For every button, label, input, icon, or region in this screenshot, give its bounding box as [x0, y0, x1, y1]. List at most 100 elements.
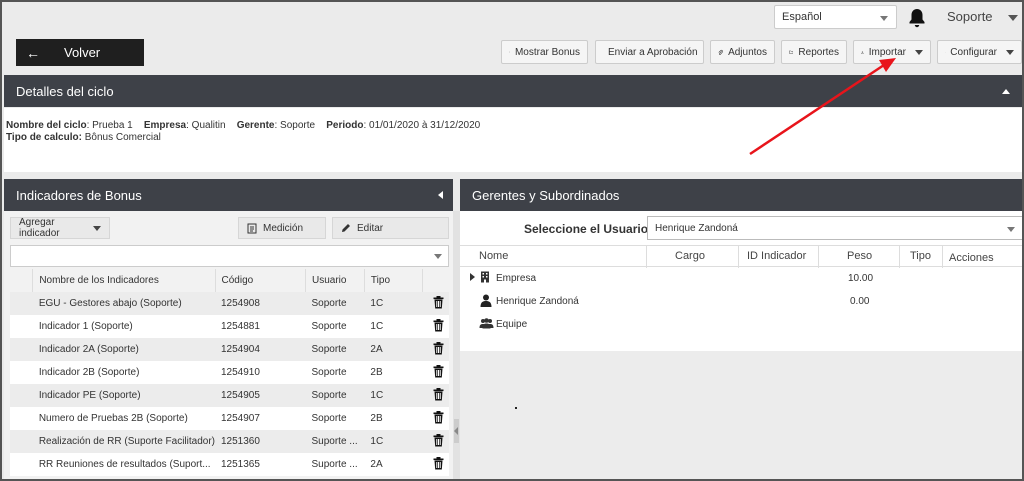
- add-indicator-button[interactable]: Agregar indicador: [10, 217, 110, 239]
- indicator-name-cell: RR Reuniones de resultados (Suport...: [32, 453, 215, 476]
- upload-icon: [861, 50, 864, 54]
- splitter-handle[interactable]: [454, 419, 459, 443]
- details-line-1: Nombre del ciclo: Prueba 1 Empresa: Qual…: [6, 120, 1022, 132]
- trash-icon[interactable]: [433, 341, 444, 358]
- column-header-code[interactable]: Código: [215, 269, 306, 292]
- table-row[interactable]: Indicador 1 (Soporte) 1254881 Soporte 1C: [10, 315, 449, 338]
- tree-column-position[interactable]: Cargo: [675, 250, 705, 262]
- show-bonus-button[interactable]: Mostrar Bonus: [501, 40, 588, 64]
- indicators-panel-header[interactable]: Indicadores de Bonus: [4, 179, 453, 211]
- managers-panel-body: Seleccione el Usuario Henrique Zandoná N…: [460, 211, 1022, 479]
- trash-icon[interactable]: [433, 433, 444, 450]
- tree-column-name[interactable]: Nome: [479, 250, 508, 262]
- delete-row-cell: [422, 407, 449, 430]
- indicator-type-cell: 1C: [364, 315, 423, 338]
- indicators-panel-body: Agregar indicador Medición Editar Nombre…: [4, 211, 453, 479]
- table-row[interactable]: Indicador PE (Soporte) 1254905 Soporte 1C: [10, 384, 449, 407]
- attachments-button[interactable]: Adjuntos: [710, 40, 775, 64]
- user-select[interactable]: Henrique Zandoná: [647, 216, 1022, 240]
- delete-row-cell: [422, 292, 449, 315]
- expand-arrow-icon[interactable]: [470, 273, 475, 281]
- user-menu-chevron-icon[interactable]: [1008, 15, 1018, 21]
- indicator-code-cell: 1254908: [215, 292, 306, 315]
- indicator-code-cell: 1254910: [215, 361, 306, 384]
- details-panel-header[interactable]: Detalles del ciclo: [4, 75, 1022, 107]
- delete-row-cell: [422, 453, 449, 476]
- column-header-name[interactable]: Nombre de los Indicadores: [32, 269, 216, 292]
- table-row[interactable]: Numero de Pruebas 2B (Soporte) 1254907 Sop…: [10, 407, 449, 430]
- row-spacer: [10, 315, 33, 338]
- tree-row-user[interactable]: Henrique Zandoná 0.00: [460, 291, 1022, 313]
- indicator-user-cell: Suporte ...: [305, 430, 365, 453]
- period-value: : 01/01/2020 à 31/12/2020: [363, 120, 481, 131]
- panel-splitter[interactable]: [453, 211, 460, 479]
- edit-button[interactable]: Editar: [332, 217, 449, 239]
- delete-row-cell: [422, 315, 449, 338]
- indicator-type-cell: 2B: [364, 361, 423, 384]
- indicator-user-cell: Soporte: [305, 361, 365, 384]
- details-line-2: Tipo de calculo: Bônus Comercial: [6, 132, 1022, 144]
- trash-icon[interactable]: [433, 318, 444, 335]
- row-spacer: [10, 430, 33, 453]
- user-menu-label[interactable]: Soporte: [947, 9, 993, 24]
- indicator-type-cell: 2B: [364, 407, 423, 430]
- indicator-type-cell: 1C: [364, 384, 423, 407]
- table-header-actions: [422, 269, 449, 292]
- tree-row-label: Empresa: [496, 273, 537, 284]
- indicator-name-cell: Realización de RR (Suporte Facilitador): [32, 430, 215, 453]
- table-row[interactable]: RR Reuniones de resultados (Suport... 125…: [10, 453, 449, 476]
- measurement-label: Medición: [263, 222, 304, 234]
- tree-column-type[interactable]: Tipo: [910, 250, 931, 262]
- trash-icon[interactable]: [433, 364, 444, 381]
- reports-label: Reportes: [798, 46, 839, 58]
- column-separator: [942, 246, 943, 268]
- folder-icon: [789, 50, 794, 54]
- tree-column-actions: Acciones: [949, 252, 994, 264]
- table-row[interactable]: Realización de RR (Suporte Facilitador) 1…: [10, 430, 449, 453]
- table-header-blank: [10, 269, 34, 292]
- table-row[interactable]: Indicador 2B (Soporte) 1254910 Soporte 2B: [10, 361, 449, 384]
- table-row[interactable]: Indicador 2A (Soporte) 1254904 Soporte 2A: [10, 338, 449, 361]
- trash-icon[interactable]: [433, 410, 444, 427]
- column-header-type[interactable]: Tipo: [364, 269, 423, 292]
- indicator-name-cell: Indicador 2A (Soporte): [32, 338, 215, 361]
- document-icon: [247, 223, 257, 233]
- indicator-filter-select[interactable]: [10, 245, 449, 267]
- tree-row-team[interactable]: Equipe: [460, 314, 1022, 336]
- app-window: Español Soporte ← Volver Mostrar Bonus E…: [0, 0, 1024, 481]
- indicator-user-cell: Soporte: [305, 384, 365, 407]
- column-separator: [899, 246, 900, 268]
- trash-icon[interactable]: [433, 295, 444, 312]
- column-separator: [738, 246, 739, 268]
- tree-header-row: Nome Cargo ID Indicador Peso Tipo Accion…: [460, 245, 1022, 268]
- managers-panel-title: Gerentes y Subordinados: [472, 188, 620, 203]
- indicator-type-cell: 1C: [364, 430, 423, 453]
- tree-row-label: Henrique Zandoná: [496, 296, 579, 307]
- column-header-user[interactable]: Usuario: [305, 269, 365, 292]
- tree-column-indicator-id[interactable]: ID Indicador: [747, 250, 806, 262]
- bell-icon[interactable]: [908, 8, 926, 28]
- collapse-up-icon[interactable]: [1002, 89, 1010, 94]
- language-select[interactable]: Español: [774, 5, 897, 29]
- reports-button[interactable]: Reportes: [781, 40, 847, 64]
- configure-button[interactable]: Configurar: [937, 40, 1022, 64]
- managers-panel-header: Gerentes y Subordinados: [460, 179, 1022, 211]
- building-icon: [480, 271, 490, 286]
- measurement-button[interactable]: Medición: [238, 217, 326, 239]
- back-button[interactable]: ← Volver: [16, 39, 144, 66]
- trash-icon[interactable]: [433, 387, 444, 404]
- pencil-icon: [342, 224, 350, 232]
- send-approval-button[interactable]: Enviar a Aprobación: [595, 40, 704, 64]
- tree-column-weight[interactable]: Peso: [847, 250, 872, 262]
- delete-row-cell: [422, 338, 449, 361]
- trash-icon[interactable]: [433, 456, 444, 473]
- delete-row-cell: [422, 430, 449, 453]
- indicator-type-cell: 2A: [364, 338, 423, 361]
- indicator-name-cell: Numero de Pruebas 2B (Soporte): [32, 407, 215, 430]
- import-button[interactable]: Importar: [853, 40, 931, 64]
- send-approval-label: Enviar a Aprobación: [608, 46, 698, 58]
- collapse-left-icon[interactable]: [438, 191, 443, 199]
- chevron-down-icon: [880, 16, 888, 21]
- table-row[interactable]: EGU - Gestores abajo (Soporte) 1254908 Sop…: [10, 292, 449, 315]
- tree-row-company[interactable]: Empresa 10.00: [460, 268, 1022, 290]
